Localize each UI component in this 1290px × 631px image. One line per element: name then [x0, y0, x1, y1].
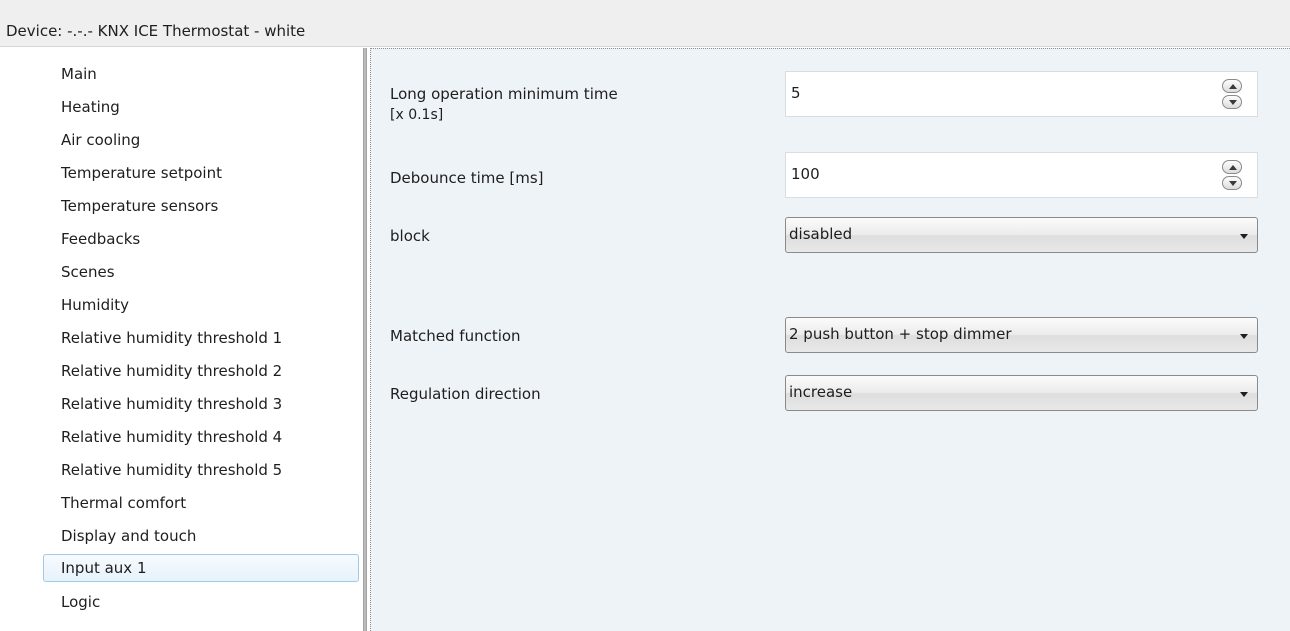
sidebar-item-heating[interactable]: Heating: [43, 93, 359, 121]
sidebar-item-temperature-setpoint[interactable]: Temperature setpoint: [43, 159, 359, 187]
long-operation-unit-label: [x 0.1s]: [390, 107, 444, 123]
parameter-tree-sidebar: Main Heating Air cooling Temperature set…: [0, 48, 363, 631]
long-operation-label: Long operation minimum time: [390, 85, 618, 103]
sidebar-item-input-aux-1[interactable]: Input aux 1: [43, 554, 359, 582]
sidebar-item-rh-threshold-5[interactable]: Relative humidity threshold 5: [43, 456, 359, 484]
sidebar-item-rh-threshold-2[interactable]: Relative humidity threshold 2: [43, 357, 359, 385]
sidebar-item-rh-threshold-1[interactable]: Relative humidity threshold 1: [43, 324, 359, 352]
matched-function-dropdown[interactable]: 2 push button + stop dimmer: [785, 317, 1258, 353]
sidebar-item-feedbacks[interactable]: Feedbacks: [43, 225, 359, 253]
block-label: block: [390, 227, 430, 245]
debounce-value[interactable]: 100: [791, 165, 820, 183]
regulation-direction-value: increase: [789, 383, 853, 401]
sidebar-item-thermal-comfort[interactable]: Thermal comfort: [43, 489, 359, 517]
long-operation-value[interactable]: 5: [791, 84, 801, 102]
spin-up-icon[interactable]: [1222, 160, 1242, 174]
chevron-down-icon: [1240, 392, 1248, 397]
spin-down-icon[interactable]: [1222, 95, 1242, 109]
matched-function-label: Matched function: [390, 327, 521, 345]
sidebar-item-main[interactable]: Main: [43, 60, 359, 88]
parameter-panel: Long operation minimum time [x 0.1s] 5 D…: [370, 48, 1290, 631]
sidebar-item-air-cooling[interactable]: Air cooling: [43, 126, 359, 154]
regulation-direction-label: Regulation direction: [390, 385, 541, 403]
matched-function-value: 2 push button + stop dimmer: [789, 325, 1012, 343]
sidebar-item-temperature-sensors[interactable]: Temperature sensors: [43, 192, 359, 220]
sidebar-item-humidity[interactable]: Humidity: [43, 291, 359, 319]
regulation-direction-dropdown[interactable]: increase: [785, 375, 1258, 411]
sidebar-item-display-and-touch[interactable]: Display and touch: [43, 522, 359, 550]
debounce-spinbox[interactable]: 100: [785, 152, 1258, 198]
debounce-label: Debounce time [ms]: [390, 169, 544, 187]
spin-down-icon[interactable]: [1222, 176, 1242, 190]
block-dropdown[interactable]: disabled: [785, 217, 1258, 253]
device-title: Device: -.-.- KNX ICE Thermostat - white: [6, 22, 306, 40]
sidebar-item-logic[interactable]: Logic: [43, 588, 359, 616]
sidebar-item-rh-threshold-3[interactable]: Relative humidity threshold 3: [43, 390, 359, 418]
sidebar-item-scenes[interactable]: Scenes: [43, 258, 359, 286]
spin-up-icon[interactable]: [1222, 79, 1242, 93]
panel-splitter[interactable]: [363, 48, 367, 631]
sidebar-item-rh-threshold-4[interactable]: Relative humidity threshold 4: [43, 423, 359, 451]
block-value: disabled: [789, 225, 853, 243]
device-title-bar: Device: -.-.- KNX ICE Thermostat - white: [0, 0, 1290, 47]
chevron-down-icon: [1240, 234, 1248, 239]
long-operation-spinbox[interactable]: 5: [785, 71, 1258, 117]
chevron-down-icon: [1240, 334, 1248, 339]
